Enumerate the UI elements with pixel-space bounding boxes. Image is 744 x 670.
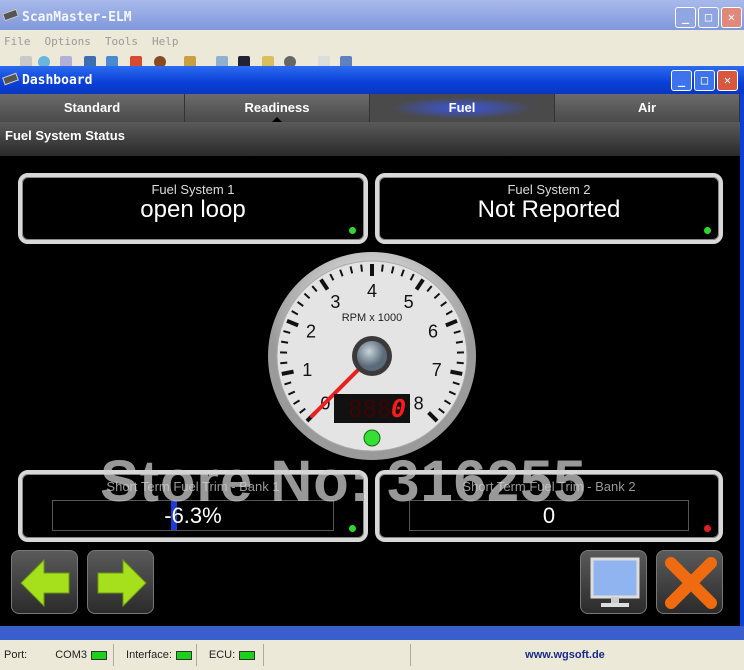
- status-led: [704, 525, 711, 532]
- minor-tick: [380, 264, 384, 272]
- status-led: [349, 227, 356, 234]
- ecu-indicator: [239, 650, 256, 660]
- tab-label: Standard: [63, 100, 121, 115]
- major-tick: [281, 369, 294, 376]
- app-icon: [2, 8, 19, 22]
- status-bar: Port: COM3 Interface: ECU: www.wgsoft.de: [0, 640, 744, 670]
- exit-button[interactable]: [656, 550, 723, 614]
- fuel-system-1-panel: Fuel System 1 open loop: [18, 173, 368, 244]
- minor-tick: [455, 340, 464, 344]
- maximize-button[interactable]: □: [698, 7, 719, 28]
- tab-fuel[interactable]: Fuel: [370, 94, 555, 122]
- minor-tick: [280, 340, 289, 344]
- tab-label: Air: [637, 100, 657, 115]
- panel-label: Fuel System 1: [151, 182, 235, 197]
- interface-indicator: [175, 650, 192, 660]
- interface-label: Interface:: [126, 649, 172, 661]
- gauge-tick-label: 5: [404, 292, 414, 312]
- monitor-icon: [590, 557, 640, 607]
- panel-value: -6.3%: [164, 503, 222, 528]
- digital-ghost: 888: [348, 395, 391, 423]
- rpm-gauge: 012345678 RPM x 1000 888 0: [268, 252, 476, 460]
- status-led: [704, 227, 711, 234]
- arrow-right-icon: [97, 558, 147, 608]
- close-x-icon: [665, 557, 717, 609]
- menu-options[interactable]: Options: [45, 35, 91, 48]
- menu-tools[interactable]: Tools: [105, 35, 138, 48]
- panel-value: open loop: [140, 196, 246, 223]
- stft-bank1-panel: Short Term Fuel Trim - Bank 1 -6.3%: [18, 470, 368, 542]
- ecu-label: ECU:: [208, 649, 236, 661]
- section-title: Fuel System Status: [0, 122, 740, 156]
- dashboard-title: Dashboard: [22, 73, 93, 88]
- menu-file[interactable]: File: [4, 35, 31, 48]
- minor-tick: [360, 264, 364, 272]
- stft-bank2-bar: 0: [409, 500, 689, 531]
- status-led: [349, 525, 356, 532]
- tab-air[interactable]: Air: [555, 94, 740, 122]
- tab-readiness[interactable]: Readiness: [185, 94, 370, 122]
- minor-tick: [456, 361, 464, 365]
- panel-label: Fuel System 2: [507, 182, 591, 197]
- panel-value: 0: [542, 503, 556, 528]
- close-button[interactable]: ✕: [721, 7, 742, 28]
- digital-readout: 0: [391, 394, 406, 423]
- app-title: ScanMaster-ELM: [22, 10, 132, 25]
- dashboard-content: Standard Readiness Fuel Air Fuel System …: [0, 94, 740, 626]
- stft-bank2-panel: Short Term Fuel Trim - Bank 2 0: [375, 470, 723, 542]
- menu-help[interactable]: Help: [152, 35, 179, 48]
- gauge-tick-label: 7: [432, 360, 442, 380]
- fuel-system-2-panel: Fuel System 2 Not Reported: [375, 173, 723, 244]
- next-button[interactable]: [87, 550, 154, 614]
- port-value: COM3: [55, 649, 88, 661]
- port-indicator: [91, 650, 108, 660]
- menu-bar: File Options Tools Help: [0, 30, 744, 52]
- app-title-bar: ScanMaster-ELM _ □ ✕: [0, 0, 744, 30]
- gauge-tick-label: 6: [428, 322, 438, 342]
- panel-value: Not Reported: [477, 196, 621, 223]
- dashboard-minimize-button[interactable]: _: [671, 70, 692, 91]
- gauge-tick-label: 3: [330, 292, 340, 312]
- dashboard-close-button[interactable]: ✕: [717, 70, 738, 91]
- minor-tick: [280, 361, 288, 365]
- gauge-tick-label: 2: [306, 322, 316, 342]
- display-button[interactable]: [580, 550, 647, 614]
- tab-bar: Standard Readiness Fuel Air: [0, 94, 740, 122]
- tab-standard[interactable]: Standard: [0, 94, 185, 122]
- panel-label: Short Term Fuel Trim - Bank 2: [462, 479, 636, 494]
- gauge-tick-label: 1: [302, 360, 312, 380]
- gauge-tick-label: 4: [367, 281, 377, 301]
- gauge-hub: [357, 341, 387, 371]
- minimize-button[interactable]: _: [675, 7, 696, 28]
- caret-icon: [272, 112, 282, 122]
- dashboard-title-bar: Dashboard _ □ ✕: [0, 66, 744, 94]
- major-tick: [450, 369, 463, 376]
- website-link[interactable]: www.wgsoft.de: [521, 649, 609, 661]
- stft-bank1-bar: -6.3%: [52, 500, 334, 531]
- gauge-unit-label: RPM x 1000: [342, 312, 403, 324]
- dashboard-icon: [2, 72, 19, 86]
- dashboard-maximize-button[interactable]: □: [694, 70, 715, 91]
- gauge-led: [363, 429, 381, 447]
- port-label: Port:: [4, 649, 28, 661]
- arrow-left-icon: [20, 558, 70, 608]
- tab-label: Fuel: [448, 100, 476, 115]
- previous-button[interactable]: [11, 550, 78, 614]
- gauge-tick-label: 8: [414, 394, 424, 414]
- panel-label: Short Term Fuel Trim - Bank 1: [106, 479, 280, 494]
